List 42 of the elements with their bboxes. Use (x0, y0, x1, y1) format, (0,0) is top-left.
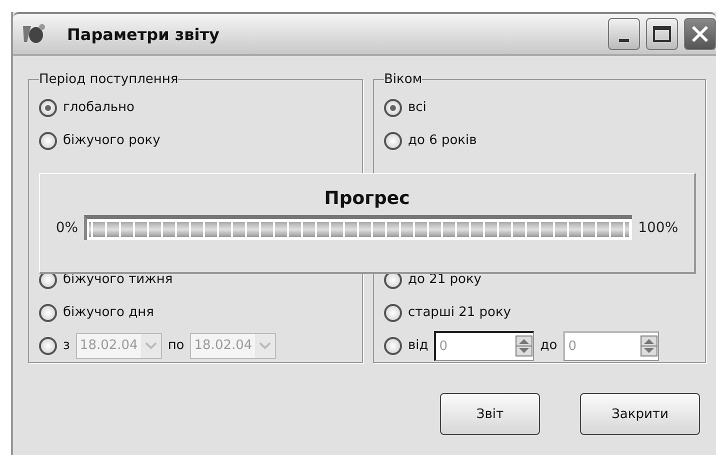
date-dropdown[interactable]: 18.02.04 (190, 332, 276, 358)
radio-button[interactable] (39, 132, 57, 150)
report-button[interactable]: Звіт (440, 393, 540, 435)
option-label: від (408, 338, 428, 353)
spinner-arrows-icon[interactable] (640, 335, 658, 357)
maximize-icon (653, 26, 671, 42)
close-button[interactable] (684, 18, 716, 50)
radio-button[interactable] (384, 98, 402, 116)
option-label: глобально (63, 100, 134, 115)
progress-title: Прогрес (324, 188, 410, 209)
window-title: Параметри звіту (67, 24, 220, 44)
radio-button[interactable] (384, 336, 402, 354)
option-label: біжучого дня (63, 305, 154, 320)
minimize-button[interactable] (608, 18, 640, 50)
radio-button[interactable] (384, 304, 402, 322)
close-icon (691, 25, 709, 43)
number-spinner-field[interactable]: 0 (434, 330, 534, 360)
option-label: біжучого тижня (63, 272, 173, 287)
chevron-down-icon (144, 342, 157, 350)
option-label: до 6 років (408, 133, 477, 148)
number-spinner-field[interactable]: 0 (563, 330, 660, 360)
spinner-arrows-icon[interactable] (515, 335, 534, 357)
app-icon (21, 22, 47, 46)
date-dropdown[interactable]: 18.02.04 (76, 332, 162, 358)
progress-min-label: 0% (56, 220, 78, 236)
option-label: з (63, 338, 70, 353)
group-title: Період поступлення (39, 72, 178, 87)
radio-button[interactable] (384, 132, 402, 150)
close-dialog-button[interactable]: Закрити (580, 393, 700, 435)
range-label: до (540, 338, 558, 353)
group-title: Віком (384, 72, 422, 87)
chevron-down-icon (259, 342, 272, 350)
radio-button[interactable] (39, 304, 57, 322)
range-label: по (168, 338, 184, 353)
radio-button[interactable] (39, 98, 57, 116)
option-label: біжучого року (63, 133, 160, 148)
option-label: старші 21 року (408, 305, 512, 320)
radio-button[interactable] (39, 336, 57, 354)
option-label: всі (408, 100, 426, 115)
progress-max-label: 100% (638, 220, 678, 236)
maximize-button[interactable] (646, 18, 678, 50)
minimize-icon (619, 38, 629, 42)
